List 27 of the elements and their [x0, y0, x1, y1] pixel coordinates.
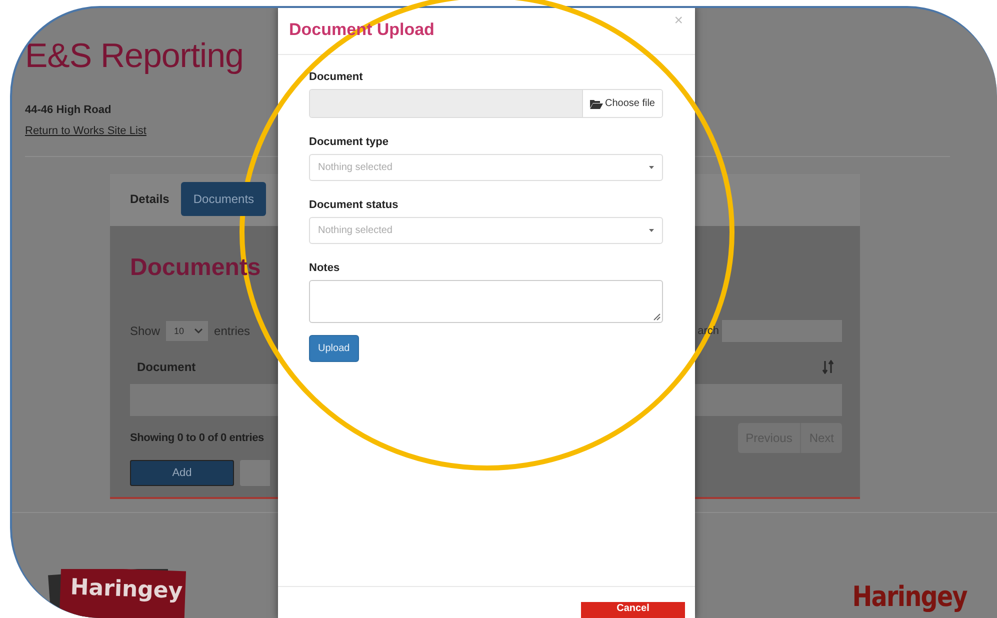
entries-select[interactable]: 10 [166, 321, 208, 341]
select-field[interactable]: Nothing selected [309, 217, 663, 244]
notes-field[interactable] [309, 280, 663, 323]
site-address: 44-46 High Road [25, 104, 112, 116]
chevron-icon [194, 328, 204, 334]
column-header[interactable]: Document [137, 360, 196, 374]
field-label: Notes [309, 262, 340, 274]
add-button[interactable]: Add [130, 460, 234, 486]
select-field[interactable]: Nothing selected [309, 154, 663, 181]
field-label: Document status [309, 199, 398, 211]
secondary-button[interactable] [240, 460, 270, 486]
caret-icon [649, 229, 654, 232]
upload-button[interactable]: Upload [309, 335, 359, 362]
back-link[interactable]: Return to Works Site List [25, 125, 146, 137]
cancel-button[interactable]: Cancel [581, 602, 685, 618]
field-label: Document [309, 71, 363, 83]
field-label: Document type [309, 136, 388, 148]
show-label: Show [130, 324, 160, 338]
resize-handle-icon [653, 313, 661, 321]
caret-icon [649, 166, 654, 169]
tab[interactable]: Details [110, 182, 182, 216]
tab[interactable]: Documents [181, 182, 266, 216]
site-title: E&S Reporting [25, 36, 244, 76]
entries-label: entries [214, 324, 250, 338]
logo: Haringey [852, 581, 967, 613]
sort-icon [822, 360, 834, 374]
table-info: Showing 0 to 0 of 0 entries [130, 432, 264, 444]
